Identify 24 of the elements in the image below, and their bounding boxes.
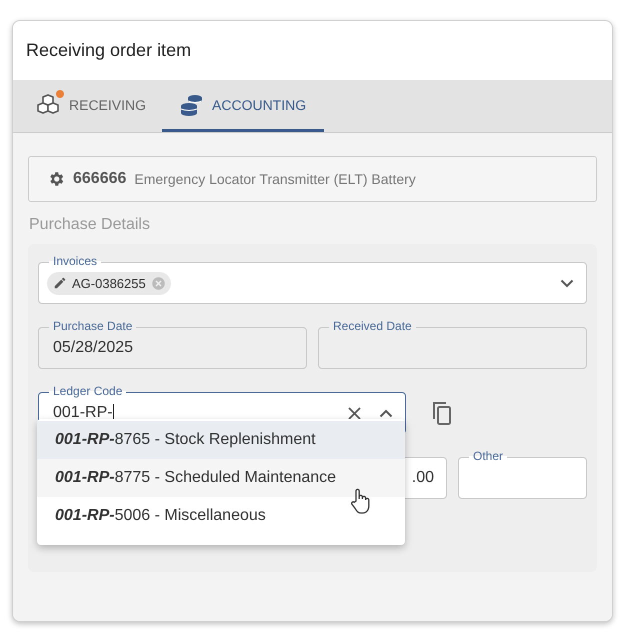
chevron-down-icon[interactable] bbox=[560, 278, 574, 288]
dropdown-option[interactable]: 001-RP-8765 - Stock Replenishment bbox=[37, 421, 405, 459]
section-title: Purchase Details bbox=[29, 216, 151, 234]
field-label: Ledger Code bbox=[49, 384, 126, 398]
item-code: 666666 bbox=[73, 170, 126, 188]
window-title: Receiving order item bbox=[26, 40, 192, 61]
dropdown-option[interactable]: 001-RP-8775 - Scheduled Maintenance bbox=[37, 459, 405, 497]
tab[interactable]: RECEIVING bbox=[23, 80, 162, 132]
copy-icon[interactable] bbox=[432, 401, 452, 425]
field-label: Other bbox=[469, 449, 508, 463]
boxes-icon bbox=[35, 94, 61, 116]
clear-icon[interactable] bbox=[348, 406, 361, 420]
dropdown-option[interactable]: 001-RP-5006 - Miscellaneous bbox=[37, 497, 405, 535]
field-label: Purchase Date bbox=[49, 319, 136, 333]
field-label: Received Date bbox=[329, 319, 416, 333]
field-value: .00 bbox=[412, 469, 434, 487]
field-value: 05/28/2025 bbox=[53, 339, 134, 357]
hand-cursor-icon bbox=[350, 488, 370, 514]
pencil-icon bbox=[53, 276, 67, 290]
coins-icon bbox=[180, 94, 204, 116]
invoice-chip[interactable]: AG-0386255 bbox=[47, 272, 171, 294]
chevron-up-icon[interactable] bbox=[379, 408, 393, 418]
item-description: Emergency Locator Transmitter (ELT) Battery bbox=[134, 171, 416, 187]
field-label: Invoices bbox=[49, 254, 102, 268]
